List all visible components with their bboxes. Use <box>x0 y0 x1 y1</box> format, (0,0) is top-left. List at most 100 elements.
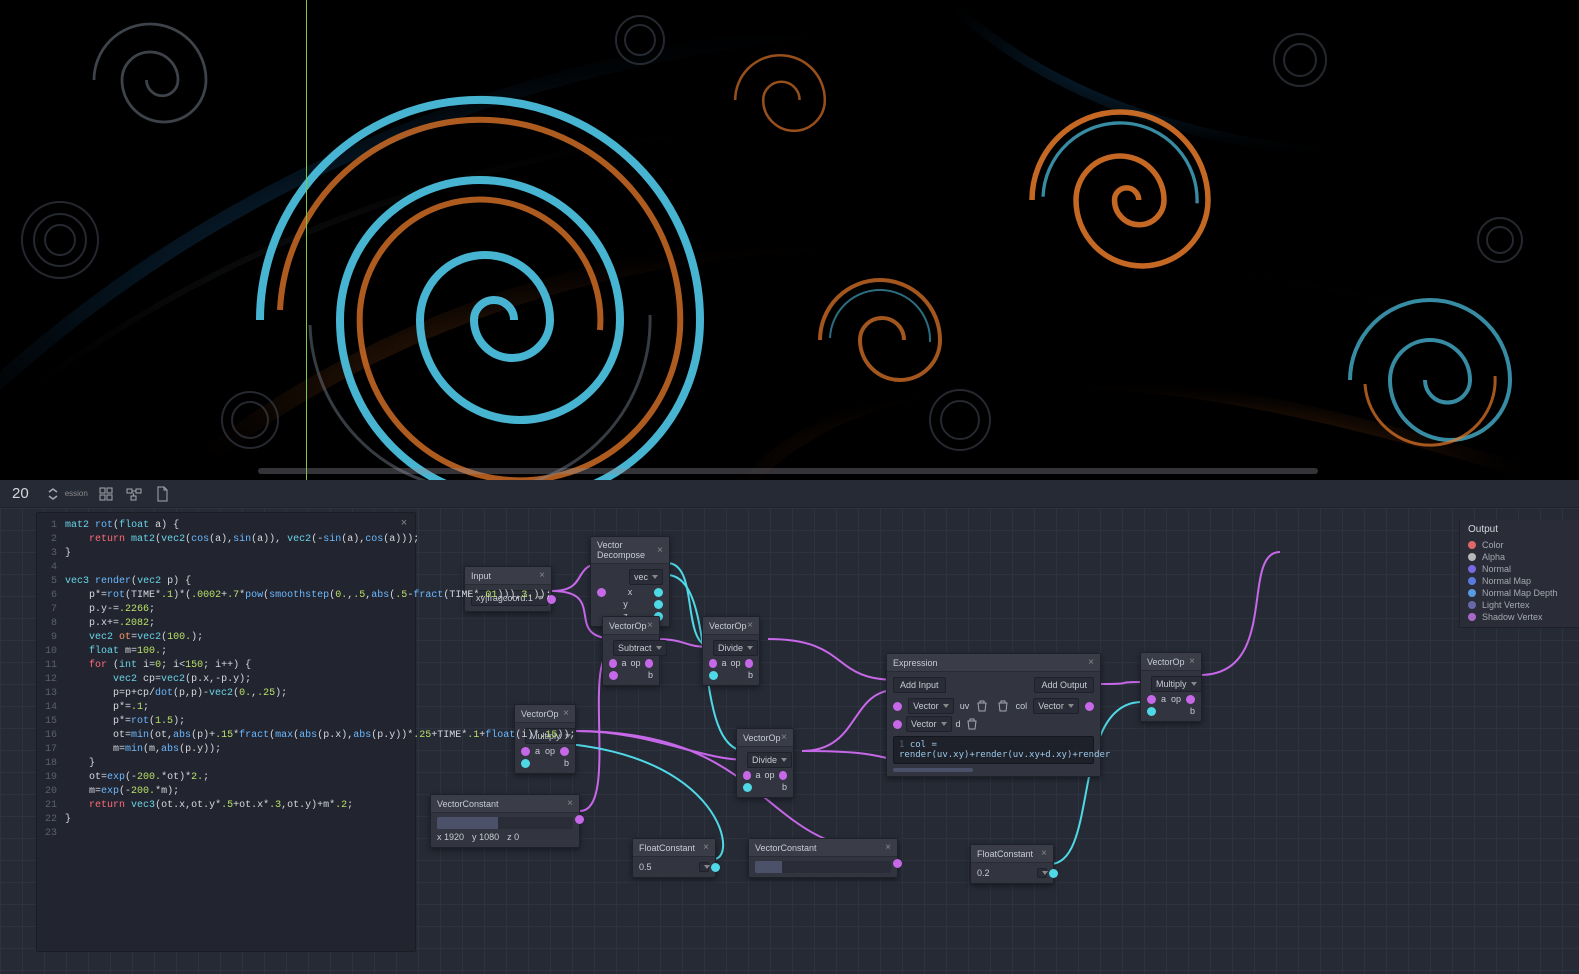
line-number: 18 <box>37 757 65 771</box>
output-channel[interactable]: Shadow Vertex <box>1468 611 1571 623</box>
channel-label: Light Vertex <box>1482 600 1530 610</box>
channel-color-dot <box>1468 553 1476 561</box>
code-line[interactable]: float m=100.; <box>65 645 167 659</box>
viewport-horizontal-scrollbar[interactable] <box>258 468 1318 474</box>
type-select[interactable]: Vector <box>908 698 954 714</box>
line-number: 2 <box>37 533 65 547</box>
code-line[interactable]: } <box>65 757 95 771</box>
line-number: 19 <box>37 771 65 785</box>
close-icon[interactable]: × <box>563 708 569 719</box>
code-line[interactable]: p*=rot(1.5); <box>65 715 185 729</box>
output-channel[interactable]: Normal <box>1468 563 1571 575</box>
line-number: 14 <box>37 701 65 715</box>
vector-slider[interactable] <box>755 861 891 873</box>
node-title: Expression <box>893 658 938 668</box>
code-line[interactable]: vec2 ot=vec2(100.); <box>65 631 203 645</box>
line-number: 16 <box>37 729 65 743</box>
add-output-button[interactable]: Add Output <box>1034 677 1094 693</box>
line-number: 13 <box>37 687 65 701</box>
code-line[interactable]: } <box>65 813 71 827</box>
document-icon[interactable] <box>152 484 172 504</box>
output-channel[interactable]: Normal Map <box>1468 575 1571 587</box>
node-vector-constant-2[interactable]: VectorConstant × <box>748 838 898 878</box>
code-line[interactable]: vec2 cp=vec2(p.x,-p.y); <box>65 673 251 687</box>
channel-color-dot <box>1468 565 1476 573</box>
close-icon[interactable]: × <box>703 842 709 853</box>
code-line[interactable]: for (int i=0; i<150; i++) { <box>65 659 251 673</box>
trash-icon[interactable] <box>965 717 979 731</box>
node-vector-constant-1[interactable]: VectorConstant× x 1920 y 1080 z 0 <box>430 794 580 848</box>
type-select[interactable]: Vector <box>906 716 952 732</box>
close-icon[interactable]: × <box>397 517 411 531</box>
trash-icon[interactable] <box>996 699 1010 713</box>
fractal-render-output <box>0 0 1579 480</box>
code-line[interactable]: p*=.1; <box>65 701 149 715</box>
code-line[interactable]: vec3 render(vec2 p) { <box>65 575 191 589</box>
render-viewport[interactable] <box>0 0 1579 480</box>
code-line[interactable]: mat2 rot(float a) { <box>65 519 179 533</box>
code-editor-body[interactable]: 1mat2 rot(float a) {2 return mat2(vec2(c… <box>37 513 415 847</box>
nodes-icon[interactable] <box>124 484 144 504</box>
trash-icon[interactable] <box>975 699 989 713</box>
node-expression[interactable]: Expression× Add Input Add Output Vector … <box>886 653 1101 777</box>
code-line[interactable]: } <box>65 547 71 561</box>
output-panel: Output ColorAlphaNormalNormal MapNormal … <box>1459 520 1579 628</box>
code-line[interactable]: return mat2(vec2(cos(a),sin(a)), vec2(-s… <box>65 533 419 547</box>
code-line[interactable]: p.x+=.2082; <box>65 617 155 631</box>
grid-icon[interactable] <box>96 484 116 504</box>
add-input-button[interactable]: Add Input <box>893 677 946 693</box>
close-icon[interactable]: × <box>567 798 573 809</box>
type-select[interactable]: Vector <box>1033 698 1079 714</box>
viewport-guide-line <box>306 0 307 480</box>
line-number: 12 <box>37 673 65 687</box>
code-line[interactable]: ot=exp(-200.*ot)*2.; <box>65 771 209 785</box>
code-line[interactable]: m=min(m,abs(p.y)); <box>65 743 221 757</box>
vector-slider[interactable] <box>437 817 573 829</box>
code-line[interactable]: m=exp(-200.*m); <box>65 785 179 799</box>
node-vectorop-subtract[interactable]: VectorOp× Subtract aop b <box>602 616 660 686</box>
line-number: 9 <box>37 631 65 645</box>
output-channel[interactable]: Alpha <box>1468 551 1571 563</box>
code-line[interactable]: p*=rot(TIME*.1)*(.0002+.7*pow(smoothstep… <box>65 589 551 603</box>
node-vectorop-divide-2[interactable]: VectorOp× Divide aop b <box>736 728 794 798</box>
channel-color-dot <box>1468 601 1476 609</box>
stepper-icon[interactable] <box>43 484 63 504</box>
node-title: VectorConstant <box>755 843 817 853</box>
line-number: 15 <box>37 715 65 729</box>
vec-select[interactable]: vec <box>629 569 663 585</box>
horizontal-scrollbar[interactable] <box>893 768 973 772</box>
close-icon[interactable]: × <box>781 732 787 743</box>
code-line[interactable]: p.y-=.2266; <box>65 603 155 617</box>
close-icon[interactable]: × <box>657 545 663 556</box>
channel-label: Normal Map <box>1482 576 1531 586</box>
line-number: 1 <box>37 519 65 533</box>
close-icon[interactable]: × <box>539 570 545 581</box>
node-vector-decompose[interactable]: Vector Decompose× vec x y z <box>590 536 670 627</box>
output-channel[interactable]: Normal Map Depth <box>1468 587 1571 599</box>
close-icon[interactable]: × <box>1041 848 1047 859</box>
node-title: VectorOp <box>743 733 781 743</box>
channel-color-dot <box>1468 613 1476 621</box>
close-icon[interactable]: × <box>885 842 891 853</box>
node-vectorop-divide-1[interactable]: VectorOp× Divide aop b <box>702 616 760 686</box>
node-float-constant-2[interactable]: FloatConstant× 0.2 <box>970 844 1054 884</box>
close-icon[interactable]: × <box>747 620 753 631</box>
node-float-constant-1[interactable]: FloatConstant× 0.5 <box>632 838 716 878</box>
output-channel[interactable]: Light Vertex <box>1468 599 1571 611</box>
node-vectorop-multiply-2[interactable]: VectorOp× Multiply aop b <box>1140 652 1202 722</box>
code-line[interactable]: return vec3(ot.x,ot.y*.5+ot.x*.3,ot.y)+m… <box>65 799 353 813</box>
line-number: 23 <box>37 827 65 841</box>
editor-toolbar: 20 ession <box>0 480 1579 508</box>
close-icon[interactable]: × <box>647 620 653 631</box>
code-line[interactable]: ot=min(ot,abs(p)+.15*fract(max(abs(p.x),… <box>65 729 575 743</box>
node-title: Vector Decompose <box>597 540 657 560</box>
output-title: Output <box>1468 524 1571 535</box>
code-line[interactable]: p=p+cp/dot(p,p)-vec2(0.,.25); <box>65 687 287 701</box>
line-number: 21 <box>37 799 65 813</box>
close-icon[interactable]: × <box>1189 656 1195 667</box>
node-title: VectorOp <box>1147 657 1185 667</box>
code-editor-panel[interactable]: × 1mat2 rot(float a) {2 return mat2(vec2… <box>36 512 416 952</box>
output-channel[interactable]: Color <box>1468 539 1571 551</box>
close-icon[interactable]: × <box>1088 657 1094 668</box>
expression-code-input[interactable]: 1 col = render(uv.xy)+render(uv.xy+d.xy)… <box>893 736 1094 764</box>
